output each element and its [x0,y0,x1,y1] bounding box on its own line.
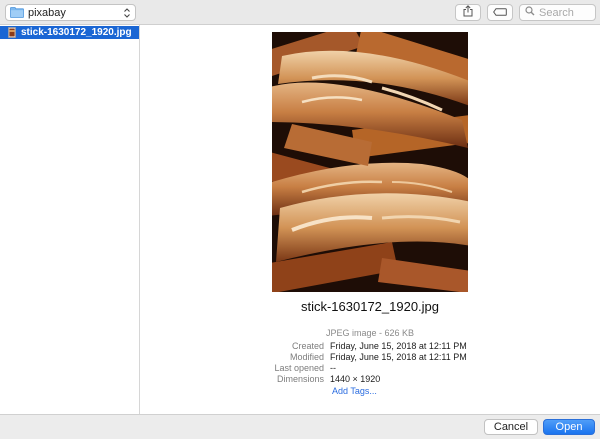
file-name: stick-1630172_1920.jpg [21,27,132,38]
folder-icon [10,7,24,18]
location-popup[interactable]: pixabay [5,4,136,21]
preview-title: stick-1630172_1920.jpg [300,299,440,314]
search-input[interactable] [539,6,595,19]
detail-label: Last opened [274,363,324,373]
detail-value: Friday, June 15, 2018 at 12:11 PM [330,352,467,362]
detail-value: -- [330,363,336,373]
preview-image [272,32,468,292]
detail-row-last-opened: Last opened -- [140,363,600,374]
bottom-bar: Cancel Open [0,414,600,439]
chevron-updown-icon [123,7,131,19]
location-label: pixabay [28,6,66,19]
image-file-icon [8,27,16,38]
share-icon [463,5,473,20]
toolbar: pixabay [0,0,600,25]
detail-value: 1440 × 1920 [330,374,381,384]
detail-row-modified: Modified Friday, June 15, 2018 at 12:11 … [140,352,600,363]
detail-label: Modified [289,352,324,362]
cancel-button[interactable]: Cancel [484,419,538,435]
add-tags-link[interactable]: Add Tags... [332,386,377,396]
magnifier-icon [525,6,535,19]
detail-row-dimensions: Dimensions 1440 × 1920 [140,374,600,385]
list-item[interactable]: stick-1630172_1920.jpg [0,26,139,39]
detail-value: Friday, June 15, 2018 at 12:11 PM [330,341,467,351]
share-button[interactable] [455,4,481,21]
tag-button[interactable] [487,4,513,21]
file-kind: JPEG image - 626 KB [325,328,415,338]
preview-pane: stick-1630172_1920.jpg JPEG image - 626 … [140,25,600,414]
file-list: stick-1630172_1920.jpg [0,25,140,414]
tag-icon [493,7,507,19]
detail-label: Dimensions [276,374,324,384]
detail-label: Created [291,341,324,351]
search-box[interactable] [519,4,596,21]
detail-row-created: Created Friday, June 15, 2018 at 12:11 P… [140,341,600,352]
open-button[interactable]: Open [543,419,595,435]
